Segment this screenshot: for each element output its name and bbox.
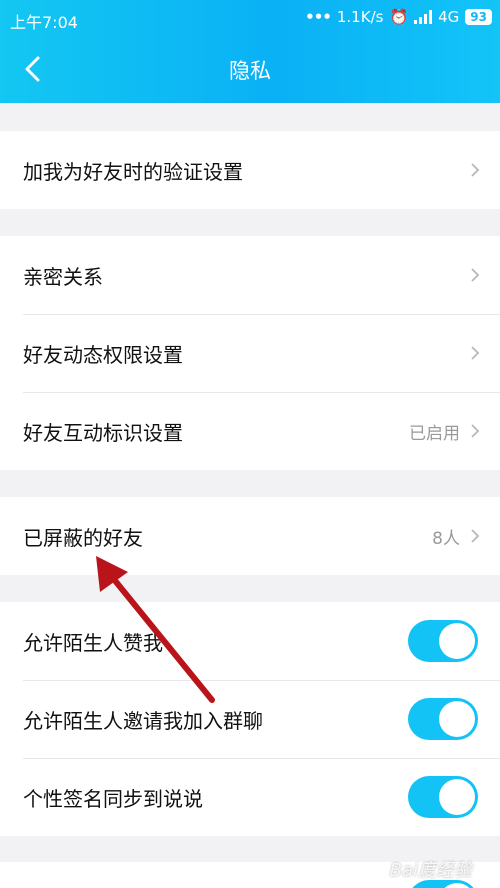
settings-group-strangers: 允许陌生人赞我 允许陌生人邀请我加入群聊 个性签名同步到说说 (0, 602, 500, 836)
toggle-switch[interactable] (408, 620, 478, 662)
header-bar: 上午7:04 ••• 1.1K/s ⏰ 4G 93 隐私 (0, 0, 500, 103)
row-signature-sync: 个性签名同步到说说 (0, 758, 500, 836)
chevron-right-icon (471, 268, 480, 282)
row-label: 好友互动标识设置 (23, 420, 183, 445)
network-speed: 1.1K/s (336, 8, 384, 26)
toggle-knob (439, 883, 475, 888)
blocked-count: 8人 (432, 528, 460, 549)
row-allow-stranger-group-invite: 允许陌生人邀请我加入群聊 (0, 680, 500, 758)
status-bar: 上午7:04 ••• 1.1K/s ⏰ 4G 93 (0, 0, 500, 36)
row-allow-stranger-likes: 允许陌生人赞我 (0, 602, 500, 680)
network-type: 4G (438, 8, 460, 26)
row-friend-feed-permissions[interactable]: 好友动态权限设置 (0, 314, 500, 392)
chevron-right-icon (471, 529, 480, 543)
row-label: 加我为好友时的验证设置 (23, 159, 243, 184)
settings-group-friends: 亲密关系 好友动态权限设置 好友互动标识设置 已启用 (0, 236, 500, 470)
alarm-icon: ⏰ (389, 8, 409, 26)
row-intimate-relationship[interactable]: 亲密关系 (0, 236, 500, 314)
battery-icon: 93 (465, 9, 492, 25)
settings-group-blocked: 已屏蔽的好友 8人 (0, 497, 500, 575)
toggle-switch[interactable] (408, 776, 478, 818)
chevron-right-icon (471, 163, 480, 177)
toggle-switch[interactable] (408, 698, 478, 740)
toggle-knob (439, 779, 475, 815)
row-verification-settings[interactable]: 加我为好友时的验证设置 (0, 131, 500, 209)
page-title: 隐私 (229, 59, 271, 83)
row-friend-interaction-badge[interactable]: 好友互动标识设置 已启用 (0, 392, 500, 470)
status-time: 上午7:04 (10, 13, 78, 32)
settings-group-verification: 加我为好友时的验证设置 (0, 131, 500, 209)
row-label: 好友动态权限设置 (23, 342, 183, 367)
chevron-right-icon (471, 346, 480, 360)
row-label: 亲密关系 (23, 264, 103, 289)
row-label: 已屏蔽的好友 (23, 525, 143, 550)
row-blocked-friends[interactable]: 已屏蔽的好友 8人 (0, 497, 500, 575)
row-label: 允许陌生人赞我 (23, 630, 163, 655)
toggle-knob (439, 701, 475, 737)
status-right: ••• 1.1K/s ⏰ 4G 93 (305, 8, 492, 26)
toggle-knob (439, 623, 475, 659)
status-enabled-value: 已启用 (409, 423, 460, 444)
row-label: 允许陌生人邀请我加入群聊 (23, 708, 263, 733)
signal-icon (414, 10, 433, 24)
notification-dots-icon: ••• (305, 8, 332, 26)
watermark: Bai度经验 (389, 860, 472, 881)
chevron-right-icon (471, 424, 480, 438)
row-label: 个性签名同步到说说 (23, 786, 203, 811)
